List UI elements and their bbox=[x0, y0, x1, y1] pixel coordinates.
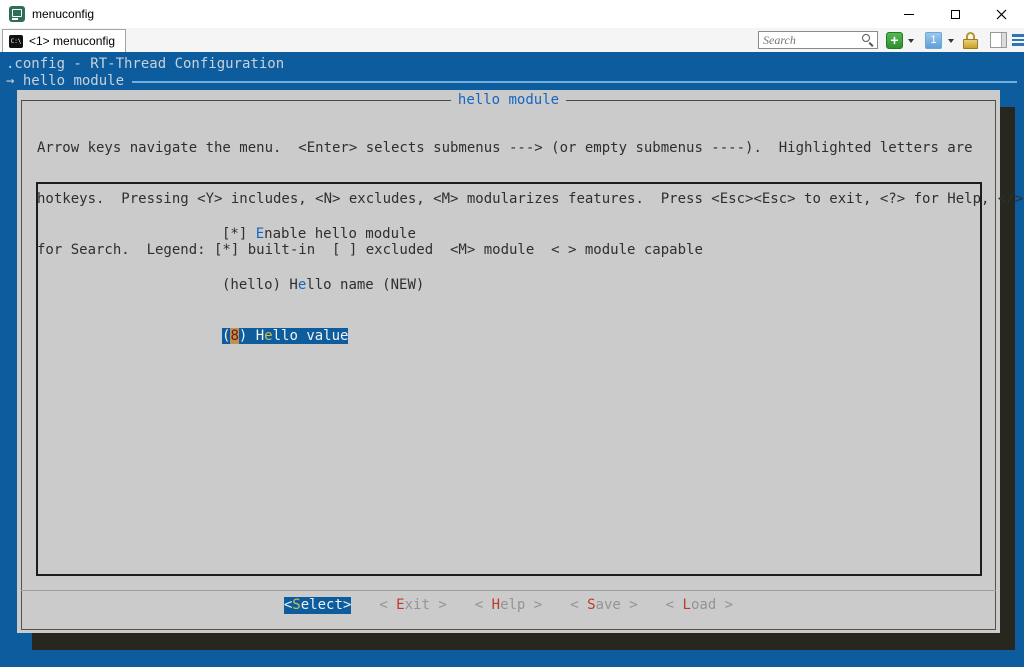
backtitle: .config - RT-Thread Configuration bbox=[6, 56, 284, 73]
path-text: hello module bbox=[23, 73, 124, 90]
hotkey-letter: E bbox=[256, 226, 264, 242]
maximize-button[interactable] bbox=[932, 0, 978, 28]
menu-path: → hello module bbox=[6, 73, 1017, 90]
save-button[interactable]: < Save > bbox=[570, 597, 637, 614]
tab-label: <1> menuconfig bbox=[29, 34, 115, 48]
lock-icon[interactable] bbox=[962, 32, 980, 49]
exit-button[interactable]: < Exit > bbox=[379, 597, 446, 614]
menu-item-enable-hello-module[interactable]: [*] Enable hello module bbox=[222, 226, 424, 243]
console-switch-button[interactable]: 1 bbox=[925, 32, 942, 49]
new-console-dropdown-icon[interactable] bbox=[908, 39, 914, 43]
title-bar: menuconfig bbox=[0, 0, 1024, 28]
instructions-line-1: Arrow keys navigate the menu. <Enter> se… bbox=[37, 140, 1023, 157]
search-box[interactable] bbox=[758, 31, 878, 49]
path-arrow: → bbox=[6, 73, 14, 90]
menu-list: [*] Enable hello module (hello) Hello na… bbox=[36, 182, 982, 576]
search-icon[interactable] bbox=[861, 33, 875, 47]
minimize-icon bbox=[904, 14, 914, 15]
select-button[interactable]: <Select> bbox=[284, 597, 351, 614]
maximize-icon bbox=[951, 10, 960, 19]
conemu-app-icon bbox=[9, 6, 25, 22]
hotkey-letter: e bbox=[264, 328, 272, 344]
menuconfig-dialog: hello module Arrow keys navigate the men… bbox=[17, 90, 1000, 633]
minimize-button[interactable] bbox=[886, 0, 932, 28]
view-panel-icon[interactable] bbox=[990, 32, 1007, 48]
cmd-icon: C:\ bbox=[9, 35, 23, 48]
dialog-buttons: <Select> < Exit > < Help > < Save > < Lo… bbox=[17, 597, 1000, 614]
new-console-button[interactable]: + bbox=[886, 32, 903, 49]
button-separator bbox=[21, 590, 996, 591]
load-button[interactable]: < Load > bbox=[666, 597, 733, 614]
tab-menuconfig[interactable]: C:\ <1> menuconfig bbox=[2, 29, 126, 52]
path-rule bbox=[132, 81, 1017, 83]
window-title: menuconfig bbox=[32, 7, 94, 21]
terminal: .config - RT-Thread Configuration → hell… bbox=[0, 52, 1024, 667]
tab-bar: C:\ <1> menuconfig + 1 bbox=[0, 28, 1024, 52]
console-switch-dropdown-icon[interactable] bbox=[948, 39, 954, 43]
menu-item-hello-name[interactable]: (hello) Hello name (NEW) bbox=[222, 277, 424, 294]
menu-icon[interactable] bbox=[1012, 34, 1024, 48]
text-cursor: 8 bbox=[230, 328, 238, 344]
menu-item-hello-value[interactable]: (8) Hello value bbox=[222, 328, 424, 345]
help-button[interactable]: < Help > bbox=[475, 597, 542, 614]
close-icon bbox=[996, 9, 1007, 20]
search-input[interactable] bbox=[759, 33, 861, 48]
close-button[interactable] bbox=[978, 0, 1024, 28]
